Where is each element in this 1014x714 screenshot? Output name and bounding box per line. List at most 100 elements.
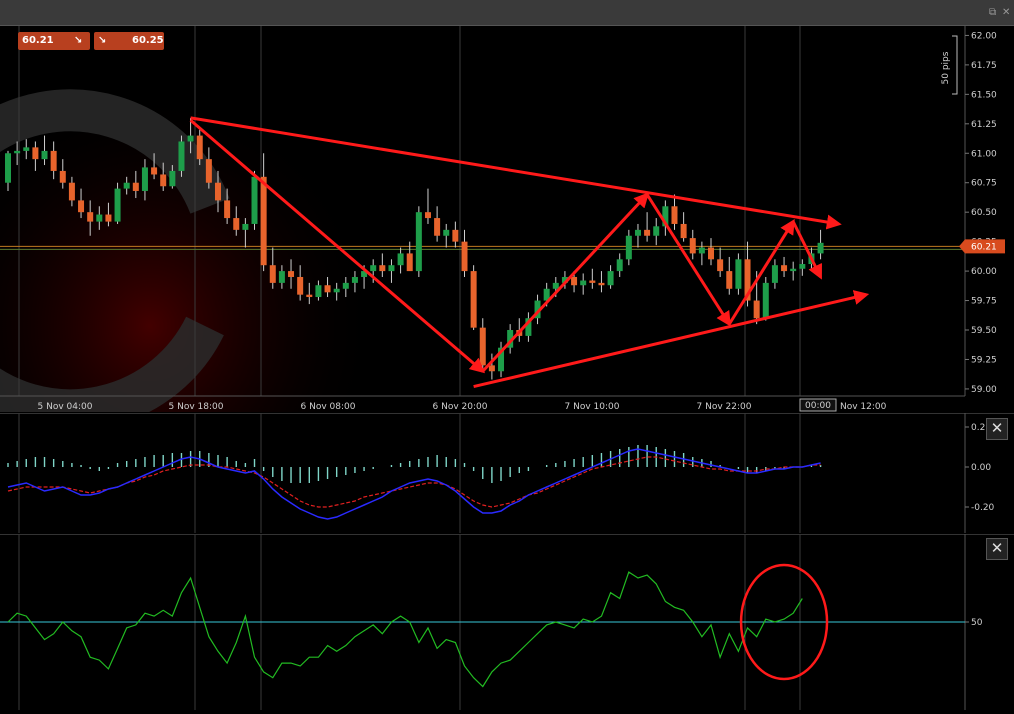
candle-body xyxy=(242,223,249,230)
candle-body xyxy=(735,259,742,289)
close-icon[interactable]: ✕ xyxy=(986,538,1008,560)
candle-body xyxy=(406,253,413,272)
candle xyxy=(689,229,696,260)
candle-body xyxy=(114,188,121,222)
candle xyxy=(771,259,778,289)
current-price-label: 60.21 xyxy=(971,242,997,252)
candle-body xyxy=(59,170,66,183)
time-marker-label: 00:00 xyxy=(805,401,831,411)
macd-pane: 0.20 0.00 -0.20 xyxy=(0,412,1014,533)
candle xyxy=(525,312,532,342)
y-tick-label: 0.00 xyxy=(971,463,991,473)
candle xyxy=(424,188,431,224)
candle-body xyxy=(625,235,632,260)
candle xyxy=(461,229,468,277)
candle xyxy=(379,253,386,277)
candle xyxy=(452,221,459,248)
candle-body xyxy=(698,247,705,254)
candle-body xyxy=(589,280,596,283)
x-tick-label: 7 Nov 22:00 xyxy=(697,402,752,412)
candle-body xyxy=(306,294,313,298)
candle-body xyxy=(461,241,468,272)
x-tick-label: 6 Nov 08:00 xyxy=(301,402,356,412)
candle xyxy=(671,194,678,230)
annotation-arrow xyxy=(481,192,650,373)
candle-body xyxy=(14,150,21,154)
candle xyxy=(653,218,660,246)
candle xyxy=(698,241,705,266)
y-tick-label: 62.00 xyxy=(971,31,997,41)
candle xyxy=(717,247,724,277)
candle xyxy=(625,229,632,266)
candle-body xyxy=(96,214,103,222)
candle-body xyxy=(251,176,258,224)
candle-body xyxy=(151,167,158,175)
candle-body xyxy=(790,268,797,272)
candle xyxy=(479,318,486,372)
candle-body xyxy=(653,226,660,236)
candle-body xyxy=(68,182,75,201)
candle-body xyxy=(205,159,212,183)
pips-bracket xyxy=(952,35,958,95)
ask-badge[interactable]: ↘ 60.25 xyxy=(94,32,164,50)
candle-body xyxy=(726,271,733,289)
arrow-down-right-icon: ↘ xyxy=(74,35,83,46)
candle-body xyxy=(452,229,459,242)
candle xyxy=(114,182,121,224)
candle-body xyxy=(178,141,185,171)
oscillator-pane: 50 xyxy=(0,533,1014,710)
candle-body xyxy=(616,259,623,272)
candle xyxy=(634,223,641,248)
candle-body xyxy=(799,264,806,269)
bid-badge[interactable]: 60.21 ↘ xyxy=(18,32,90,50)
candle-body xyxy=(434,218,441,236)
candle-body xyxy=(488,365,495,372)
pips-label: 50 pips xyxy=(941,51,951,84)
candle xyxy=(498,341,505,378)
y-tick-label: 59.00 xyxy=(971,385,997,395)
candle-body xyxy=(41,150,48,160)
window-close-icon[interactable]: ✕ xyxy=(1002,7,1010,18)
candle-body xyxy=(671,206,678,224)
y-tick-label: 59.25 xyxy=(971,355,997,365)
candle xyxy=(644,212,651,242)
candle xyxy=(726,256,733,295)
candle xyxy=(817,229,824,260)
candle xyxy=(735,253,742,295)
candle-body xyxy=(87,212,94,222)
candle xyxy=(580,273,587,295)
close-icon[interactable]: ✕ xyxy=(986,418,1008,440)
candle-body xyxy=(333,288,340,293)
y-tick-label: 50 xyxy=(971,618,983,628)
candle-body xyxy=(160,174,167,187)
candle-body xyxy=(196,135,203,160)
candle-body xyxy=(187,135,194,142)
candle xyxy=(470,265,477,331)
x-tick-label: 7 Nov 10:00 xyxy=(565,402,620,412)
y-tick-label: 61.25 xyxy=(971,120,997,130)
price-chart: 62.00 61.75 61.50 61.25 61.00 60.75 60.50 60.25… xyxy=(0,26,1005,566)
candle-body xyxy=(379,265,386,272)
y-tick-label: 61.50 xyxy=(971,90,997,100)
ask-price: 60.25 xyxy=(132,35,164,46)
candle-body xyxy=(388,265,395,272)
candle xyxy=(443,223,450,248)
candle-body xyxy=(644,229,651,236)
candle xyxy=(388,259,395,283)
y-tick-label: 60.50 xyxy=(971,208,997,218)
candle-body xyxy=(634,229,641,236)
candle-body xyxy=(278,271,285,283)
candle-body xyxy=(288,271,295,277)
candle-body xyxy=(771,265,778,283)
window-restore-icon[interactable]: ⧉ xyxy=(989,7,996,18)
candle-body xyxy=(781,265,788,272)
candle xyxy=(434,206,441,242)
candle-body xyxy=(224,200,231,219)
candle xyxy=(607,265,614,289)
candle-body xyxy=(214,182,221,201)
candle-body xyxy=(50,150,57,171)
candle xyxy=(781,256,788,277)
macd-chart: 0.200.00-0.20 xyxy=(0,412,1014,533)
candle-body xyxy=(260,176,267,266)
candle-body xyxy=(689,238,696,254)
